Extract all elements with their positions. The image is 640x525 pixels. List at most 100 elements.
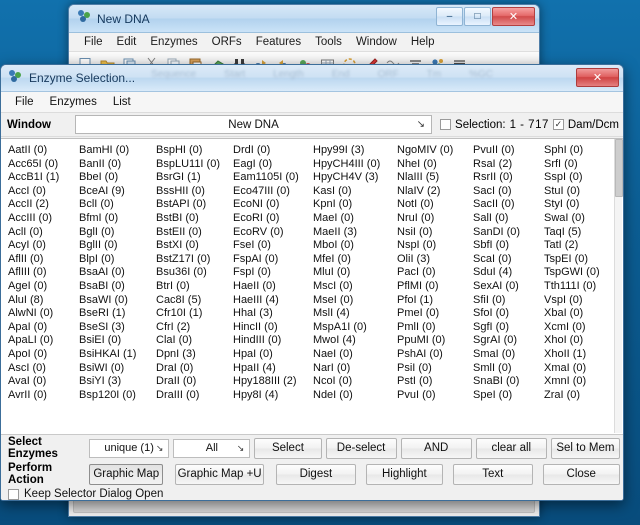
enzyme-item[interactable]: RsaI (2) [472, 158, 543, 172]
enzyme-item[interactable]: NruI (0) [396, 212, 472, 226]
menu-edit[interactable]: Edit [110, 36, 144, 48]
enzyme-item[interactable]: BspLU11I (0) [155, 158, 232, 172]
enzyme-item[interactable]: KpnI (0) [312, 198, 396, 212]
enzyme-item[interactable]: SgrAI (0) [472, 334, 543, 348]
highlight-button[interactable]: Highlight [365, 463, 444, 485]
enzyme-item[interactable]: SspI (0) [543, 171, 621, 185]
enzyme-item[interactable]: PshAI (0) [396, 348, 472, 362]
dialog-menu-list[interactable]: List [105, 96, 139, 108]
enzyme-item[interactable]: Cac8I (5) [155, 294, 232, 308]
dialog-titlebar[interactable]: Enzyme Selection... Sequence Start Lengt… [1, 65, 623, 92]
enzyme-item[interactable]: AatII (0) [7, 144, 78, 158]
enzyme-item[interactable]: SmlI (0) [472, 362, 543, 376]
enzyme-item[interactable]: TaqI (5) [543, 226, 621, 240]
enzyme-item[interactable]: BglI (0) [78, 226, 155, 240]
enzyme-item[interactable]: Eco47III (0) [232, 185, 312, 199]
enzyme-item-selected[interactable]: BspHI (0) [156, 144, 202, 156]
dialog-close-button[interactable]: ✕ [576, 68, 619, 87]
background-window-controls[interactable]: – □ ✕ [436, 7, 535, 26]
enzyme-item[interactable]: SwaI (0) [543, 212, 621, 226]
enzyme-item[interactable]: SgfI (0) [472, 321, 543, 335]
window-select[interactable]: New DNA ↘ [75, 115, 433, 134]
close-button[interactable]: Close [542, 463, 620, 485]
enzyme-item[interactable]: SbfI (0) [472, 239, 543, 253]
menu-orfs[interactable]: ORFs [205, 36, 249, 48]
enzyme-item[interactable]: AccI (0) [7, 185, 78, 199]
enzyme-item[interactable]: SduI (4) [472, 266, 543, 280]
enzyme-item[interactable]: Tth111I (0) [543, 280, 621, 294]
enzyme-item[interactable]: KasI (0) [312, 185, 396, 199]
enzyme-list-scrollbar[interactable] [614, 139, 623, 433]
enzyme-item[interactable]: BbeI (0) [78, 171, 155, 185]
enzyme-item[interactable]: NcoI (0) [312, 375, 396, 389]
enzyme-item[interactable]: Bsu36I (0) [155, 266, 232, 280]
enzyme-item[interactable]: EcoRI (0) [232, 212, 312, 226]
enzyme-item[interactable]: NotI (0) [396, 198, 472, 212]
enzyme-item[interactable]: NgoMIV (0) [396, 144, 472, 158]
enzyme-item[interactable]: SalI (0) [472, 212, 543, 226]
enzyme-item[interactable]: NspI (0) [396, 239, 472, 253]
enzyme-item[interactable]: NheI (0) [396, 158, 472, 172]
enzyme-item[interactable]: BsaBI (0) [78, 280, 155, 294]
unique-filter-select[interactable]: unique (1) ↘ [88, 438, 170, 458]
enzyme-item[interactable]: SphI (0) [543, 144, 621, 158]
enzyme-item[interactable]: MscI (0) [312, 280, 396, 294]
enzyme-item[interactable]: SnaBI (0) [472, 375, 543, 389]
enzyme-item[interactable]: MboI (0) [312, 239, 396, 253]
enzyme-item[interactable]: NlaIV (2) [396, 185, 472, 199]
enzyme-item[interactable]: SmaI (0) [472, 348, 543, 362]
enzyme-item[interactable]: DpnI (3) [155, 348, 232, 362]
enzyme-item[interactable]: PsiI (0) [396, 362, 472, 376]
enzyme-item[interactable]: Cfr10I (1) [155, 307, 232, 321]
enzyme-item[interactable]: HpyCH4V (3) [312, 171, 396, 185]
enzyme-item[interactable]: MfeI (0) [312, 253, 396, 267]
sel-to-mem-button[interactable]: Sel to Mem [550, 437, 620, 459]
close-button[interactable]: ✕ [492, 7, 535, 26]
enzyme-item[interactable]: Bsp120I (0) [78, 389, 155, 403]
enzyme-item[interactable]: BanII (0) [78, 158, 155, 172]
enzyme-item[interactable]: BsiYI (3) [78, 375, 155, 389]
enzyme-item[interactable]: ZraI (0) [543, 389, 621, 403]
digest-button[interactable]: Digest [276, 463, 356, 485]
enzyme-item[interactable]: DraI (0) [155, 362, 232, 376]
enzyme-item[interactable]: CfrI (2) [155, 321, 232, 335]
menu-help[interactable]: Help [404, 36, 442, 48]
enzyme-item[interactable]: OliI (3) [396, 253, 472, 267]
enzyme-item[interactable]: HaeII (0) [232, 280, 312, 294]
enzyme-item[interactable]: SpeI (0) [472, 389, 543, 403]
enzyme-item[interactable]: XhoI (0) [543, 334, 621, 348]
enzyme-item[interactable]: BceAI (9) [78, 185, 155, 199]
enzyme-item[interactable]: MaeI (0) [312, 212, 396, 226]
graphic-map-button[interactable]: Graphic Map [89, 463, 164, 485]
enzyme-item[interactable]: BssHII (0) [155, 185, 232, 199]
enzyme-item[interactable]: BglII (0) [78, 239, 155, 253]
enzyme-item[interactable]: BamHI (0) [78, 144, 155, 158]
enzyme-item[interactable]: MspA1I (0) [312, 321, 396, 335]
enzyme-item[interactable]: RsrII (0) [472, 171, 543, 185]
enzyme-item[interactable]: BsaWI (0) [78, 294, 155, 308]
enzyme-item[interactable]: NsiI (0) [396, 226, 472, 240]
enzyme-item[interactable]: AscI (0) [7, 362, 78, 376]
dialog-menu-enzymes[interactable]: Enzymes [42, 96, 105, 108]
enzyme-item[interactable]: NlaIII (5) [396, 171, 472, 185]
enzyme-item[interactable]: BstBI (0) [155, 212, 232, 226]
selection-checkbox[interactable] [440, 119, 452, 130]
enzyme-item[interactable]: TspEI (0) [543, 253, 621, 267]
enzyme-item[interactable]: BstXI (0) [155, 239, 232, 253]
enzyme-item[interactable]: AlwNI (0) [7, 307, 78, 321]
enzyme-item[interactable]: BstZ17I (0) [155, 253, 232, 267]
enzyme-item[interactable]: ApaI (0) [7, 321, 78, 335]
enzyme-item[interactable]: MaeII (3) [312, 226, 396, 240]
enzyme-item[interactable]: EcoNI (0) [232, 198, 312, 212]
enzyme-item[interactable]: PfoI (1) [396, 294, 472, 308]
enzyme-item[interactable]: EagI (0) [232, 158, 312, 172]
enzyme-item[interactable]: SanDI (0) [472, 226, 543, 240]
scope-select[interactable]: All ↘ [173, 438, 251, 458]
enzyme-item[interactable]: MseI (0) [312, 294, 396, 308]
enzyme-item[interactable]: HaeIII (4) [232, 294, 312, 308]
enzyme-item[interactable]: AvrII (0) [7, 389, 78, 403]
enzyme-item[interactable]: AflIII (0) [7, 266, 78, 280]
enzyme-item[interactable]: PflMI (0) [396, 280, 472, 294]
background-horizontal-scrollbar[interactable] [73, 499, 535, 513]
enzyme-item-selected[interactable]: NotI (0) [397, 198, 434, 210]
